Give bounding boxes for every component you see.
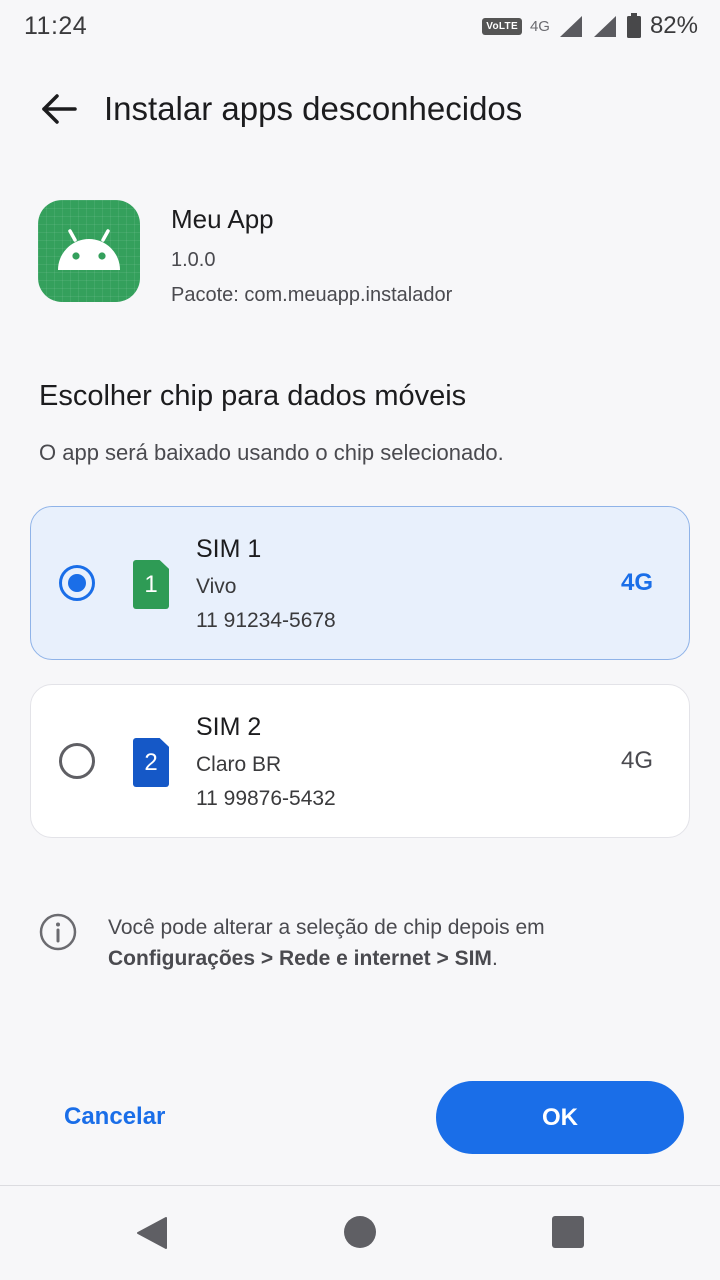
system-nav-bar [0, 1186, 720, 1280]
back-button[interactable] [24, 74, 94, 144]
sim-carrier: Claro BR [196, 753, 282, 776]
app-bar: Instalar apps desconhecidos [0, 74, 720, 144]
ok-button[interactable]: OK [436, 1081, 684, 1154]
info-icon [39, 913, 77, 951]
status-icons: VoLTE 4G 82% [482, 12, 698, 40]
settings-path: Configurações > Rede e internet > SIM [108, 947, 492, 970]
sim-network-type: 4G [620, 747, 653, 774]
nav-home-icon[interactable] [344, 1216, 376, 1248]
app-name: Meu App [171, 204, 274, 234]
sim-network-type: 4G [620, 569, 653, 596]
sim-slot-label: 2 [144, 748, 158, 776]
sim-number: 11 99876-5432 [196, 787, 336, 810]
sim-slot-label: 1 [144, 570, 158, 598]
cancel-button[interactable]: Cancelar [64, 1103, 165, 1131]
sim-option-2[interactable]: 2 SIM 2 Claro BR 11 99876-5432 4G [30, 684, 690, 838]
sim-card-icon: 2 [133, 738, 169, 787]
volte-badge: VoLTE [482, 17, 522, 35]
battery-percent: 82% [649, 12, 698, 39]
info-suffix: . [491, 947, 498, 970]
sim-carrier: Vivo [196, 575, 237, 598]
sim-name: SIM 1 [196, 535, 262, 563]
status-time: 11:24 [24, 11, 88, 40]
app-version: 1.0.0 [171, 249, 216, 271]
status-bar: 11:24 VoLTE 4G 82% [0, 0, 720, 52]
sim-name: SIM 2 [196, 713, 262, 741]
sim-card-icon: 1 [133, 560, 169, 609]
signal-icon-2 [593, 16, 616, 37]
page-title: Instalar apps desconhecidos [104, 90, 523, 127]
android-icon [58, 229, 120, 270]
radio-button-sim-2[interactable] [59, 743, 95, 779]
signal-icon [559, 16, 582, 37]
info-prefix: Você pode alterar a seleção de chip depo… [108, 916, 545, 939]
app-info: Meu App 1.0.0 Pacote: com.meuapp.instala… [38, 200, 452, 307]
arrow-back-icon [42, 94, 77, 124]
app-icon [38, 200, 140, 302]
sim-option-1[interactable]: 1 SIM 1 Vivo 11 91234-5678 4G [30, 506, 690, 660]
app-package: Pacote: com.meuapp.instalador [171, 284, 453, 306]
app-details: Meu App 1.0.0 Pacote: com.meuapp.instala… [171, 200, 452, 307]
network-type: 4G [529, 17, 550, 35]
nav-back-icon[interactable] [136, 1216, 168, 1250]
section-title: Escolher chip para dados móveis [39, 380, 467, 412]
sim-number: 11 91234-5678 [196, 609, 336, 632]
battery-icon [626, 13, 641, 38]
radio-button-sim-1[interactable] [59, 565, 95, 601]
section-subtitle: O app será baixado usando o chip selecio… [39, 440, 504, 465]
info-message: Você pode alterar a seleção de chip depo… [108, 912, 668, 974]
nav-recents-icon[interactable] [552, 1216, 584, 1248]
